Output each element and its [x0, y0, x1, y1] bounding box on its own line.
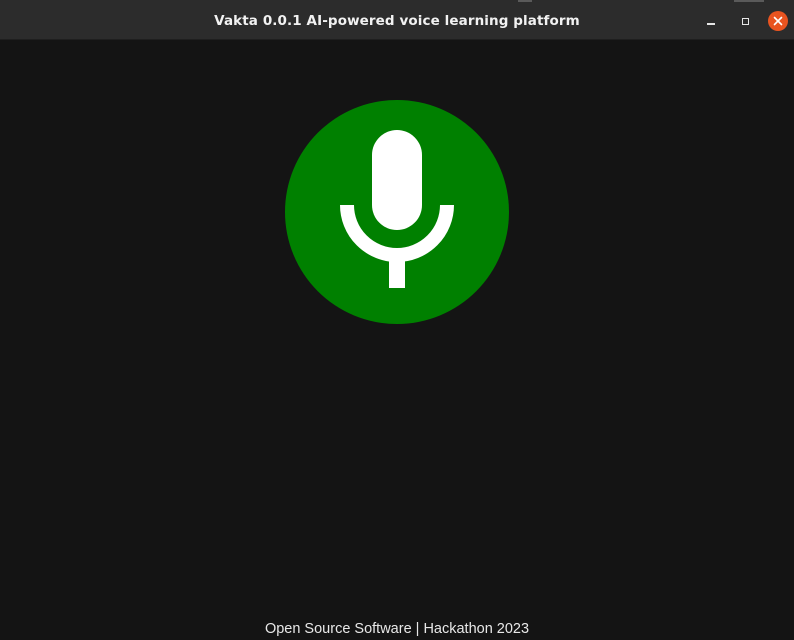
record-voice-button[interactable] — [285, 100, 509, 324]
microphone-icon — [340, 130, 454, 288]
minimize-button[interactable] — [701, 11, 721, 31]
maximize-icon — [741, 17, 749, 25]
footer-text: Open Source Software | Hackathon 2023 — [264, 621, 530, 637]
app-window: Vakta 0.0.1 AI-powered voice learning pl… — [0, 0, 794, 640]
maximize-button[interactable] — [735, 11, 755, 31]
title-bar[interactable]: Vakta 0.0.1 AI-powered voice learning pl… — [0, 0, 794, 40]
close-button[interactable] — [768, 11, 788, 31]
window-title: Vakta 0.0.1 AI-powered voice learning pl… — [214, 13, 580, 29]
minimize-icon — [707, 23, 715, 25]
close-icon — [773, 16, 783, 26]
